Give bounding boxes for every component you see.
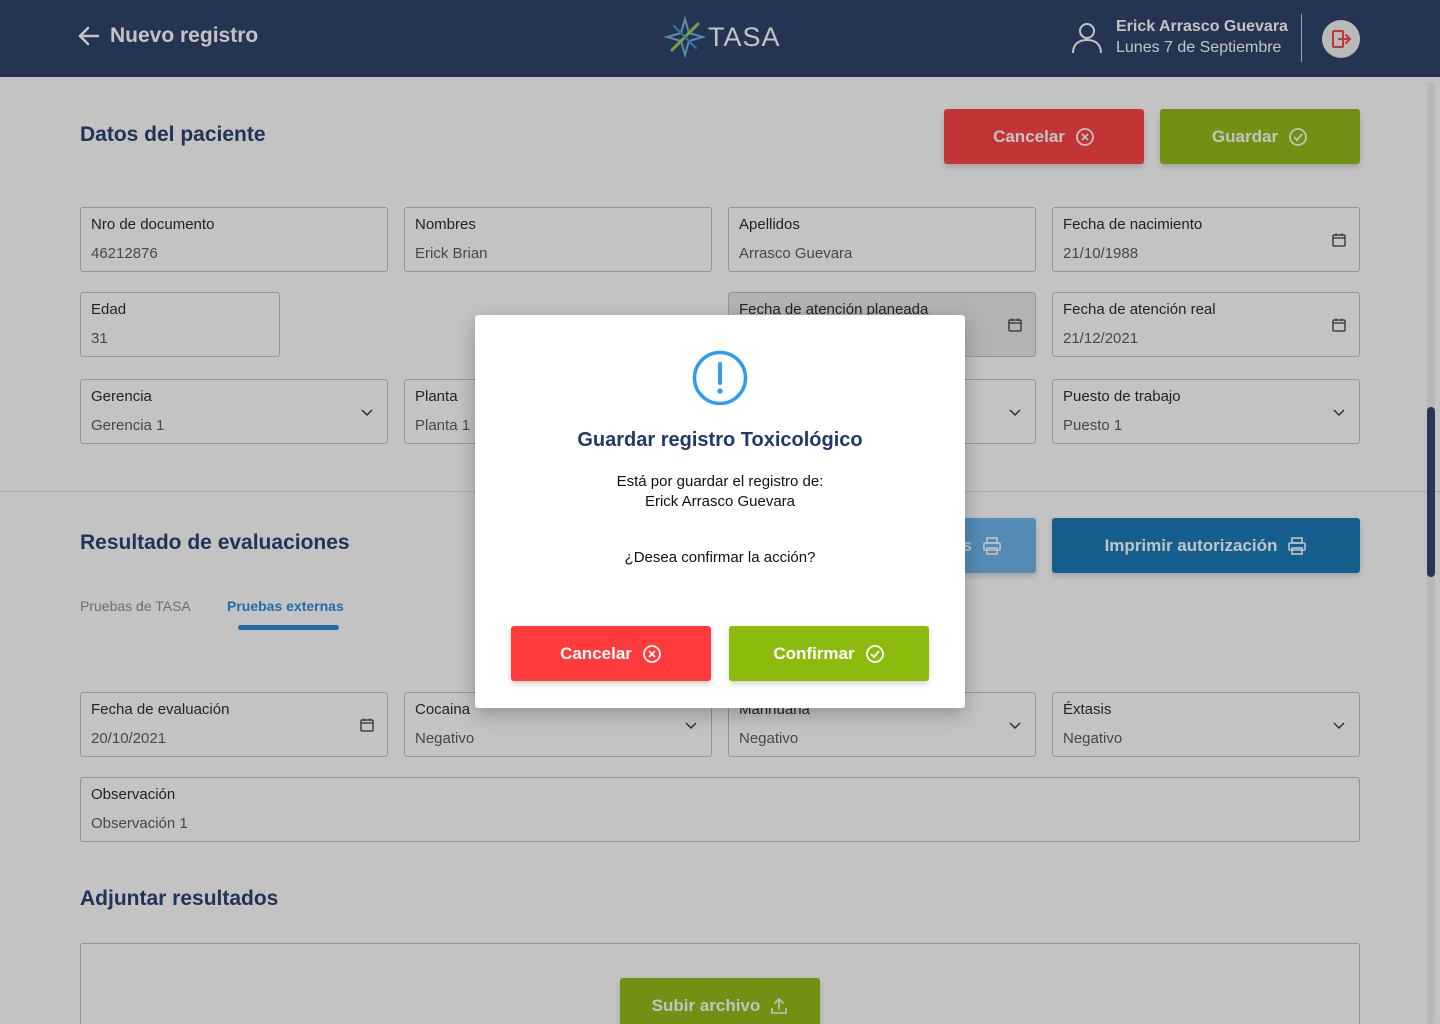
alert-icon [692, 350, 748, 406]
dialog-confirm-button[interactable]: Confirmar [729, 626, 929, 681]
dialog-confirm-label: Confirmar [773, 643, 855, 663]
dialog-message-line1: Está por guardar el registro de: [616, 473, 824, 490]
cancel-circle-icon [643, 644, 661, 663]
dialog-title: Guardar registro Toxicológico [577, 429, 863, 451]
dialog-message-line2: Erick Arrasco Guevara [644, 493, 796, 510]
check-circle-icon [865, 644, 884, 663]
dialog-question: ¿Desea confirmar la acción? [624, 549, 816, 566]
dialog-message: Está por guardar el registro de: Erick A… [475, 472, 965, 512]
dialog-cancel-label: Cancelar [560, 643, 632, 663]
dialog-cancel-button[interactable]: Cancelar [511, 626, 711, 681]
confirm-dialog: Guardar registro Toxicológico Está por g… [475, 315, 965, 708]
